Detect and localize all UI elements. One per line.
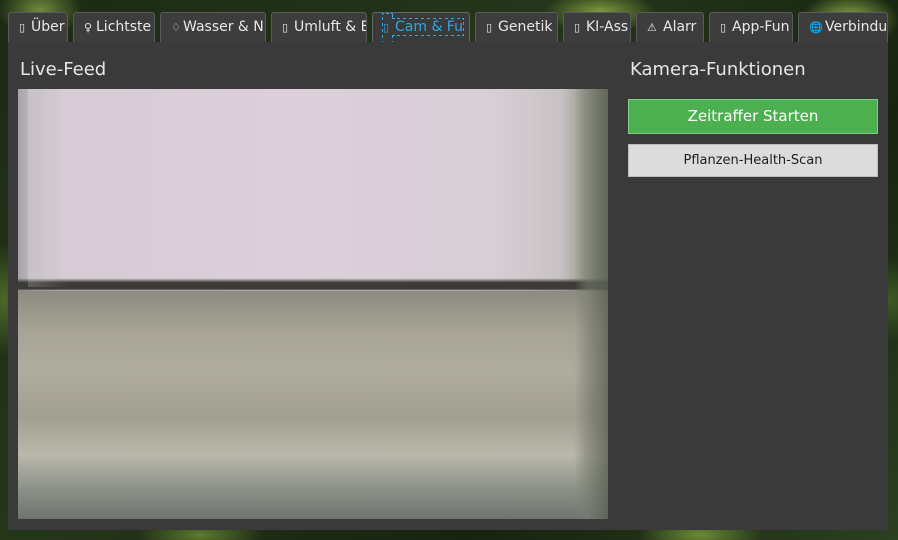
phone-icon: ▯ xyxy=(720,21,727,34)
tab-ai-assistant[interactable]: ▯ KI-Ass xyxy=(563,12,631,42)
tab-label: Verbindu xyxy=(825,19,888,35)
dna-icon: ▯ xyxy=(486,21,493,34)
camera-functions-title: Kamera-Funktionen xyxy=(630,59,806,80)
tab-bar: ▯ Über ♀ Lichtste ♢ Wasser & N ▯ Umluft & E … xyxy=(8,12,888,42)
tab-light-control[interactable]: ♀ Lichtste xyxy=(73,12,155,42)
tab-cam-functions[interactable]: ▯ Cam & Fu xyxy=(372,12,470,42)
start-timelapse-button[interactable]: Zeitraffer Starten xyxy=(628,99,878,134)
bulb-icon: ♀ xyxy=(84,21,93,34)
tab-label: Alarr xyxy=(663,19,697,35)
tab-label: Umluft & E xyxy=(294,19,367,35)
globe-icon: 🌐 xyxy=(809,21,823,34)
robot-icon: ▯ xyxy=(574,21,581,34)
live-feed-video xyxy=(18,89,608,519)
tab-label: Genetik xyxy=(498,19,553,35)
cam-functions-panel: Live-Feed Kamera-Funktionen Zeitraffer S… xyxy=(8,42,888,530)
tab-overview[interactable]: ▯ Über xyxy=(8,12,68,42)
tab-label: App-Fun xyxy=(732,19,790,35)
plant-health-scan-button[interactable]: Pflanzen-Health-Scan xyxy=(628,144,878,177)
droplet-icon: ♢ xyxy=(171,21,181,34)
chart-icon: ▯ xyxy=(19,21,26,34)
tab-label-text: Cam & Fu xyxy=(395,19,463,35)
tab-app-functions[interactable]: ▯ App-Fun xyxy=(709,12,793,42)
feed-edge xyxy=(574,89,608,519)
tab-genetics[interactable]: ▯ Genetik xyxy=(475,12,558,42)
fan-icon: ▯ xyxy=(282,21,289,34)
tab-alarms[interactable]: ⚠ Alarr xyxy=(636,12,704,42)
tab-label: Lichtste xyxy=(96,19,152,35)
tab-label: KI-Ass xyxy=(586,19,629,35)
tab-water-nutrients[interactable]: ♢ Wasser & N xyxy=(160,12,266,42)
tab-air-circulation[interactable]: ▯ Umluft & E xyxy=(271,12,367,42)
camera-icon: ▯ xyxy=(383,21,390,34)
tab-connection[interactable]: 🌐 Verbindu xyxy=(798,12,888,42)
tab-label-active: ▯ Cam & Fu xyxy=(382,18,464,36)
tab-label: Über xyxy=(31,19,65,35)
live-feed-title: Live-Feed xyxy=(20,59,107,80)
warning-icon: ⚠ xyxy=(647,21,657,34)
feed-lower-area xyxy=(18,291,608,519)
feed-glare xyxy=(28,89,68,287)
tab-label: Wasser & N xyxy=(183,19,264,35)
